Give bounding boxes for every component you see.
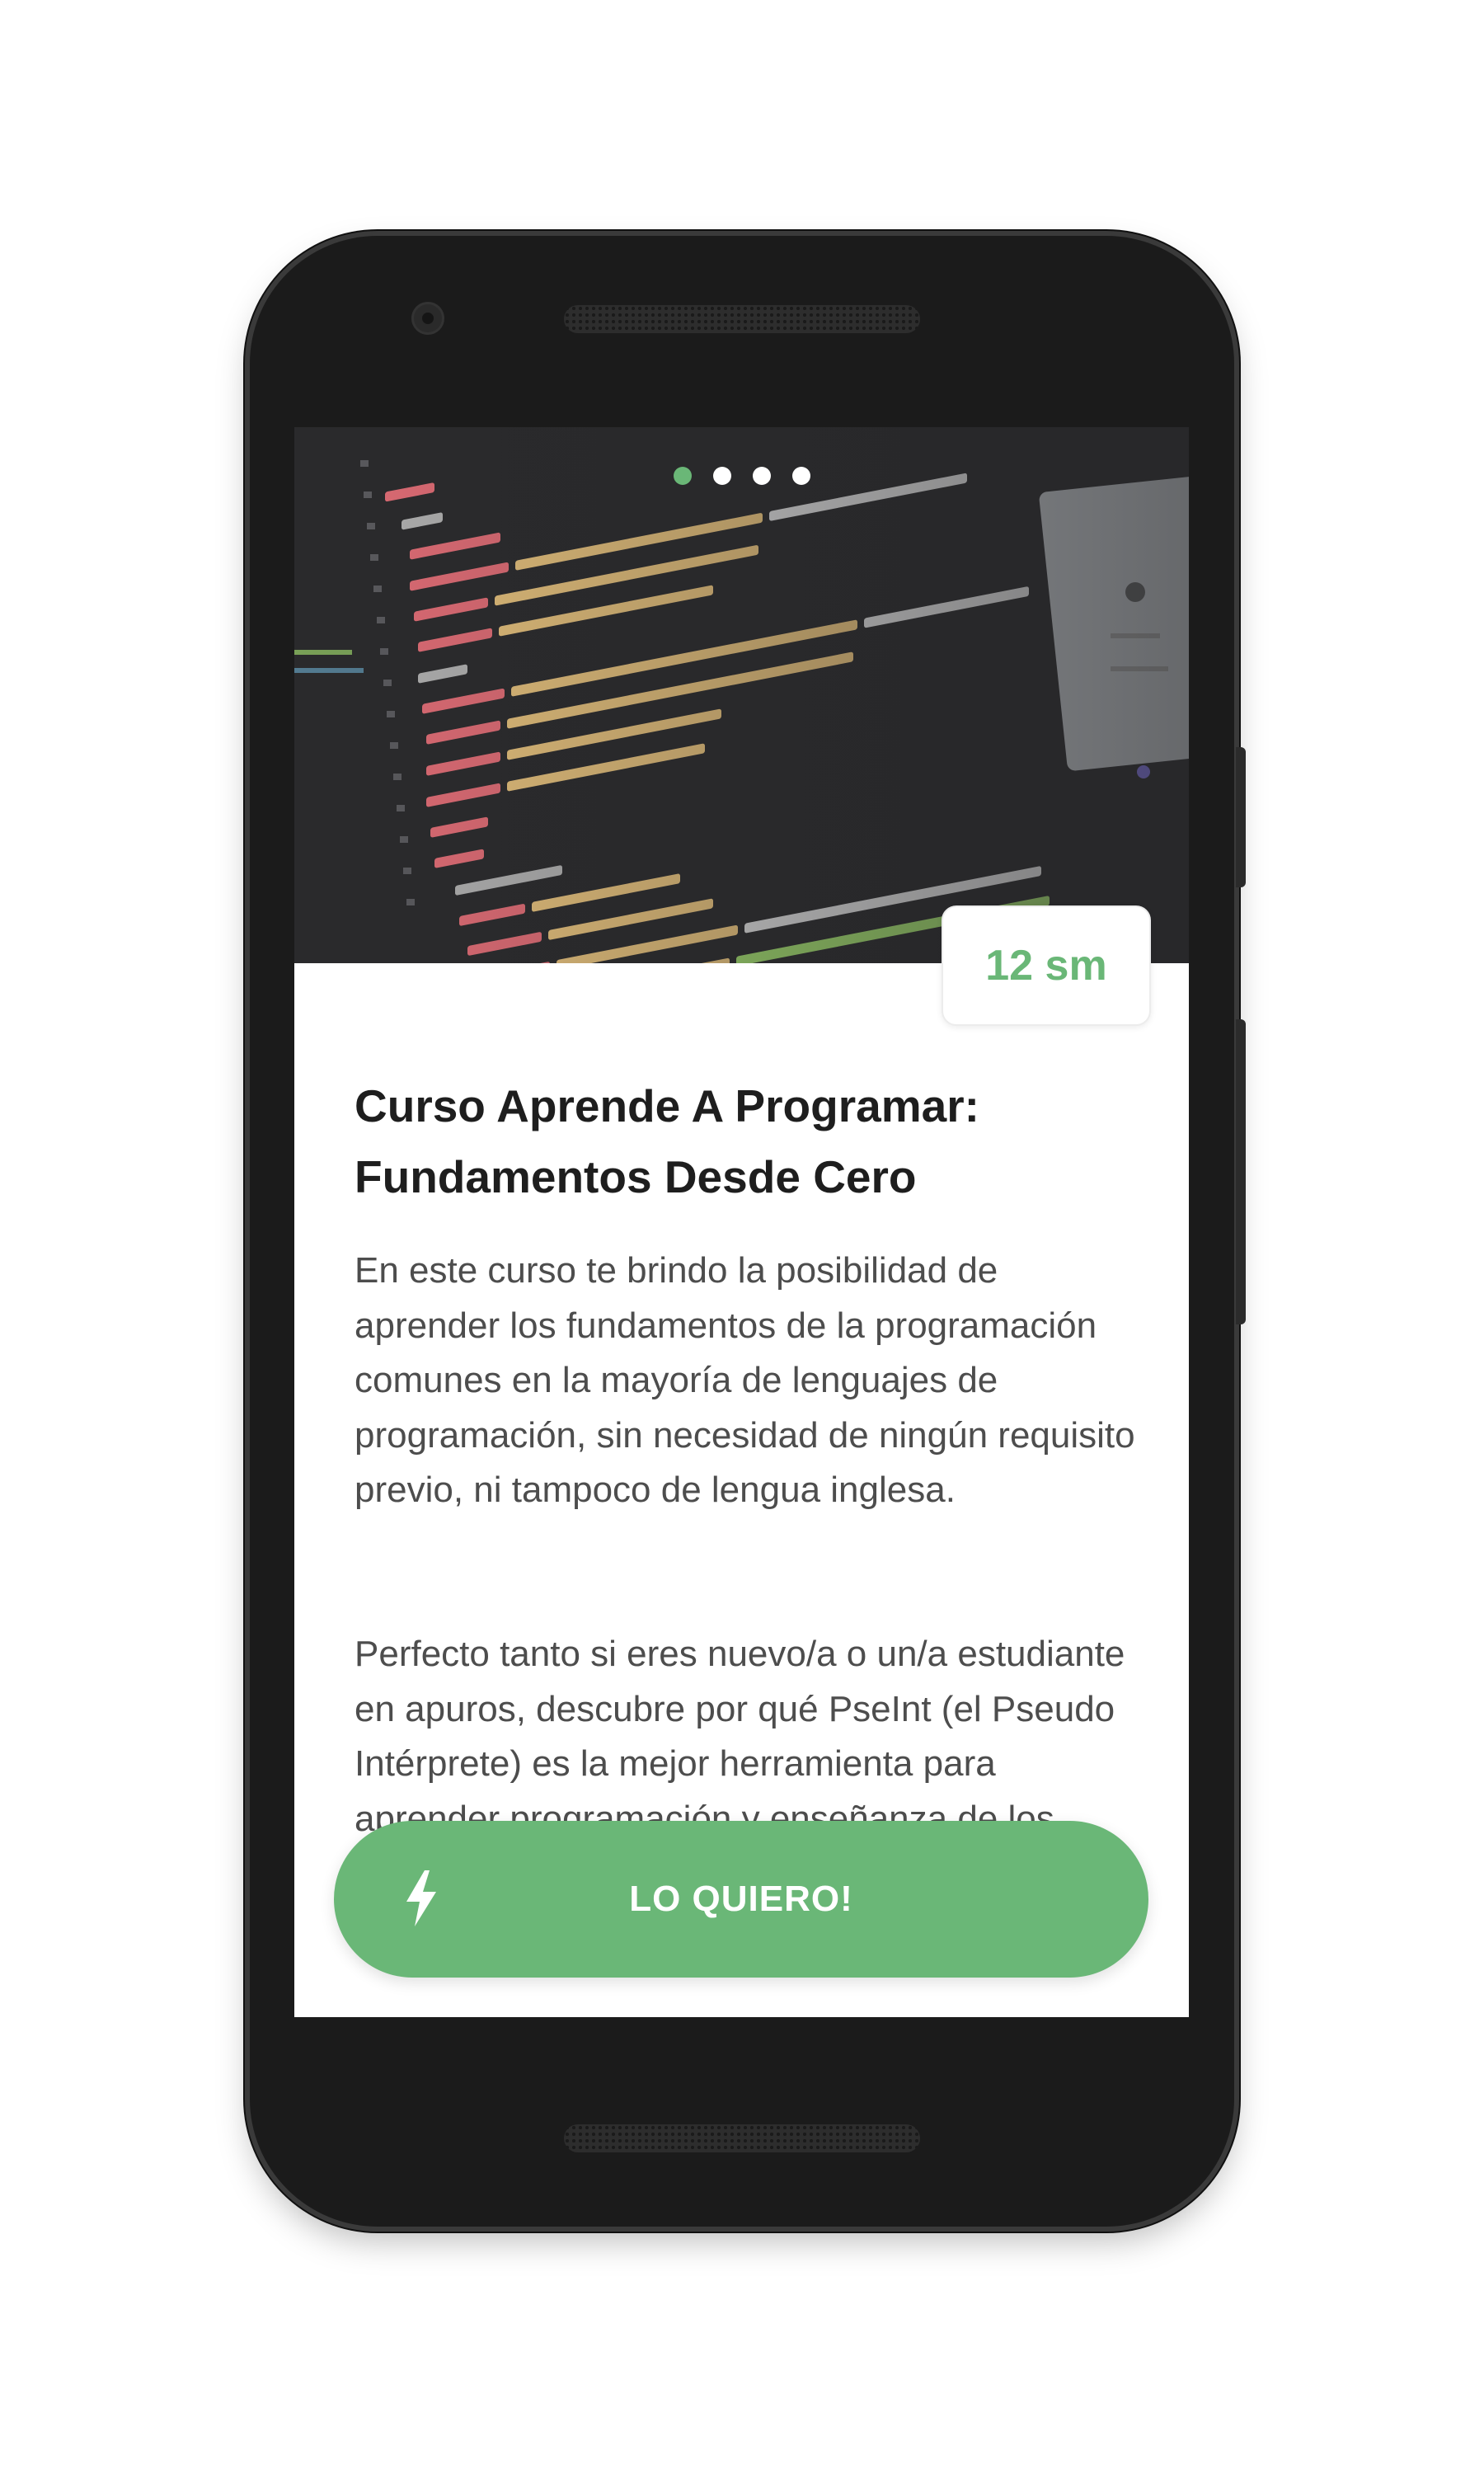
carousel-dot-1[interactable] <box>673 467 692 485</box>
carousel-indicator <box>294 467 1189 485</box>
duration-text: 12 sm <box>985 942 1107 990</box>
course-description-paragraph-1: En este curso te brindo la posibilidad d… <box>355 1250 1135 1510</box>
cta-label: LO QUIERO! <box>629 1879 853 1919</box>
bottom-speaker-icon <box>564 2124 920 2152</box>
lo-quiero-button[interactable]: LO QUIERO! <box>334 1821 1148 1978</box>
carousel-dot-2[interactable] <box>712 467 731 485</box>
power-button <box>1236 1019 1246 1324</box>
course-hero-image[interactable] <box>294 427 1189 963</box>
app-screen: 12 sm Curso Aprende A Programar: Fundame… <box>294 427 1189 2017</box>
course-title: Curso Aprende A Programar: Fundamentos D… <box>355 1080 979 1202</box>
volume-button <box>1236 747 1246 887</box>
earpiece-speaker-icon <box>564 305 920 333</box>
front-camera-icon <box>411 302 444 335</box>
code-editor-illustration <box>294 427 1189 963</box>
carousel-dot-4[interactable] <box>791 467 810 485</box>
page: 12 sm Curso Aprende A Programar: Fundame… <box>0 0 1484 2474</box>
carousel-dot-3[interactable] <box>752 467 771 485</box>
duration-badge: 12 sm <box>942 905 1151 1026</box>
